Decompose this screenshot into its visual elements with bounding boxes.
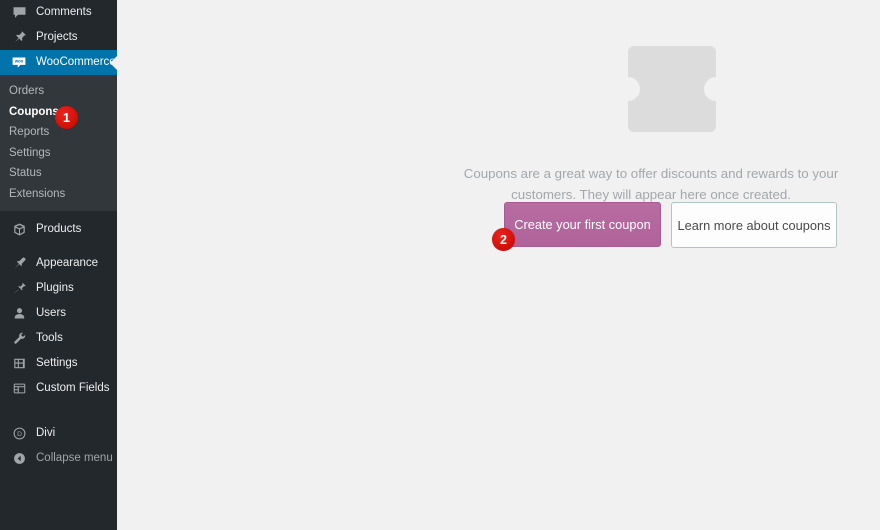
empty-state-message: Coupons are a great way to offer discoun… bbox=[463, 166, 839, 203]
sidebar-item-label: Appearance bbox=[36, 257, 99, 269]
sidebar-item-label: WooCommerce bbox=[36, 56, 116, 68]
submenu-item-label: Orders bbox=[9, 85, 45, 97]
step-badge-number: 1 bbox=[63, 110, 70, 125]
submenu-item-orders[interactable]: Orders bbox=[0, 81, 117, 102]
pin-icon bbox=[9, 28, 29, 48]
sidebar-item-label: Users bbox=[36, 307, 67, 319]
sidebar-item-plugins[interactable]: Plugins bbox=[0, 276, 117, 301]
step-badge-1: 1 bbox=[55, 106, 78, 129]
sidebar-item-label: Products bbox=[36, 223, 82, 235]
submenu-item-settings[interactable]: Settings bbox=[0, 143, 117, 164]
step-badge-2: 2 bbox=[492, 228, 515, 251]
submenu-item-extensions[interactable]: Extensions bbox=[0, 184, 117, 205]
sliders-icon bbox=[9, 354, 29, 374]
sidebar-item-settings[interactable]: Settings bbox=[0, 351, 117, 376]
wrench-icon bbox=[9, 329, 29, 349]
sidebar-item-collapse-menu[interactable]: Collapse menu bbox=[0, 446, 117, 471]
create-your-first-coupon-button[interactable]: Create your first coupon bbox=[504, 202, 661, 247]
sidebar-item-projects[interactable]: Projects bbox=[0, 25, 117, 50]
submenu-item-label: Coupons bbox=[9, 105, 59, 118]
sidebar-item-products[interactable]: Products bbox=[0, 217, 117, 242]
svg-text:woo: woo bbox=[14, 58, 24, 63]
admin-sidebar: Comments Projects woo WooCommerce Orders… bbox=[0, 0, 118, 530]
learn-more-about-coupons-button[interactable]: Learn more about coupons bbox=[671, 202, 837, 248]
plug-icon bbox=[9, 279, 29, 299]
woocommerce-submenu-wrapper: Orders Coupons Reports Settings Status E… bbox=[0, 75, 117, 211]
sidebar-item-comments[interactable]: Comments bbox=[0, 0, 117, 25]
sidebar-item-label: Collapse menu bbox=[36, 452, 113, 464]
active-menu-arrow-icon bbox=[110, 54, 118, 71]
sidebar-item-label: Comments bbox=[36, 6, 92, 18]
sidebar-item-label: Settings bbox=[36, 357, 78, 369]
table-icon bbox=[9, 379, 29, 399]
wordpress-admin-screen: Comments Projects woo WooCommerce Orders… bbox=[0, 0, 880, 530]
submenu-item-status[interactable]: Status bbox=[0, 163, 117, 184]
submenu-item-label: Settings bbox=[9, 146, 51, 159]
sidebar-item-custom-fields[interactable]: Custom Fields bbox=[0, 376, 117, 401]
collapse-arrow-icon bbox=[9, 449, 29, 469]
svg-text:D: D bbox=[17, 431, 22, 438]
sidebar-item-appearance[interactable]: Appearance bbox=[0, 251, 117, 276]
sidebar-item-label: Projects bbox=[36, 31, 78, 43]
menu-separator bbox=[0, 401, 117, 421]
submenu-item-label: Status bbox=[9, 167, 42, 179]
sidebar-item-label: Custom Fields bbox=[36, 382, 110, 394]
step-badge-number: 2 bbox=[500, 232, 507, 247]
products-box-icon bbox=[9, 220, 29, 240]
submenu-item-label: Reports bbox=[9, 126, 50, 138]
menu-separator bbox=[0, 242, 117, 251]
sidebar-item-users[interactable]: Users bbox=[0, 301, 117, 326]
user-icon bbox=[9, 304, 29, 324]
sidebar-item-label: Divi bbox=[36, 427, 56, 439]
sidebar-item-label: Tools bbox=[36, 332, 63, 344]
coupon-ticket-icon bbox=[628, 46, 716, 132]
sidebar-item-label: Plugins bbox=[36, 282, 74, 294]
paintbrush-icon bbox=[9, 254, 29, 274]
admin-menu-list: Comments Projects woo WooCommerce Orders… bbox=[0, 0, 118, 471]
sidebar-item-tools[interactable]: Tools bbox=[0, 326, 117, 351]
submenu-item-label: Extensions bbox=[9, 187, 66, 200]
sidebar-item-woocommerce[interactable]: woo WooCommerce bbox=[0, 50, 118, 75]
woocommerce-submenu: Orders Coupons Reports Settings Status E… bbox=[0, 75, 117, 211]
divi-circle-d-icon: D bbox=[9, 424, 29, 444]
empty-state-actions: Create your first coupon Learn more abou… bbox=[504, 202, 837, 248]
woocommerce-icon: woo bbox=[9, 53, 29, 73]
sidebar-item-divi[interactable]: D Divi bbox=[0, 421, 117, 446]
main-content: Coupons are a great way to offer discoun… bbox=[118, 0, 880, 530]
comments-icon bbox=[9, 3, 29, 23]
